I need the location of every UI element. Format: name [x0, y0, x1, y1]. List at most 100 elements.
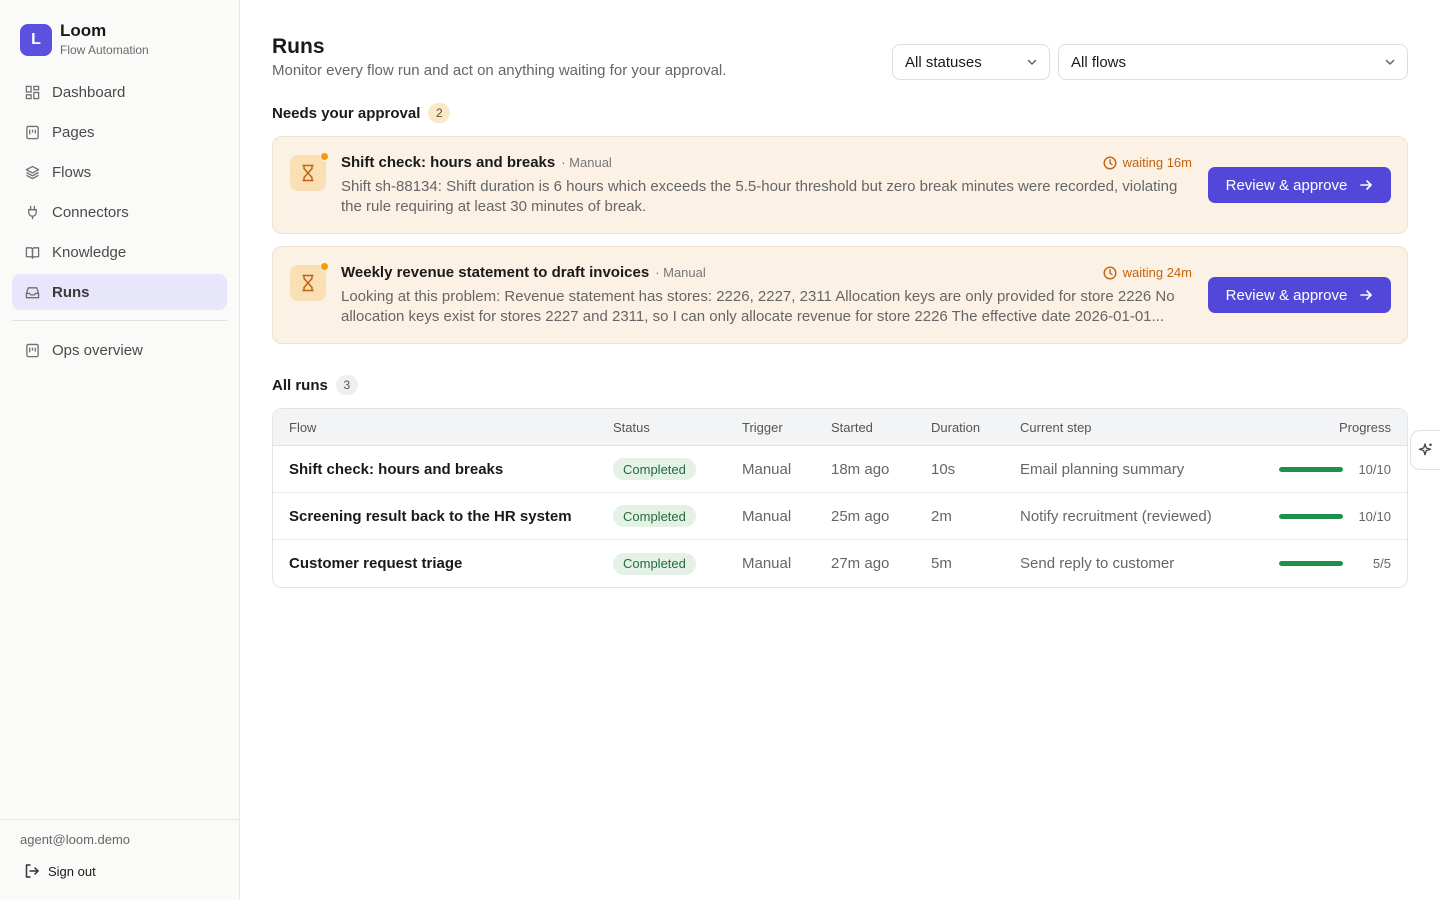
progress-bar-fill [1279, 466, 1343, 472]
approval-trigger: · Manual [561, 155, 612, 170]
sidebar-item-flows[interactable]: Flows [12, 154, 227, 190]
approval-description: Shift sh-88134: Shift duration is 6 hour… [341, 178, 1178, 215]
sidebar-item-pages[interactable]: Pages [12, 114, 227, 150]
flow-filter-select[interactable]: All flows [1058, 44, 1408, 80]
sidebar-item-label: Pages [52, 123, 95, 141]
runs-section-heading: All runs 3 [272, 375, 358, 395]
runs-table: Flow Status Trigger Started Duration Cur… [272, 408, 1408, 588]
approval-card-title: Shift check: hours and breaks · Manual [341, 154, 612, 171]
approval-section-heading: Needs your approval 2 [272, 103, 451, 123]
pages-icon [24, 342, 40, 358]
review-approve-label: Review & approve [1225, 176, 1348, 194]
runs-count-badge: 3 [335, 375, 358, 395]
sidebar-item-runs[interactable]: Runs [12, 274, 227, 310]
sign-out-icon [24, 863, 40, 879]
run-flow-name: Shift check: hours and breaks [289, 460, 504, 478]
status-badge: Completed [613, 552, 696, 575]
waiting-time: waiting 16m [1103, 155, 1192, 170]
sidebar-item-label: Knowledge [52, 243, 127, 261]
pages-icon [24, 124, 40, 140]
run-trigger: Manual [742, 460, 792, 478]
plug-icon [24, 204, 40, 220]
progress-bar [1279, 561, 1343, 566]
sidebar: L Loom Flow Automation Dashboard Pages F… [0, 0, 240, 900]
progress-text: 5/5 [1372, 556, 1391, 571]
column-header[interactable]: Flow [289, 409, 316, 445]
column-header[interactable]: Progress [1339, 409, 1391, 445]
run-trigger: Manual [742, 555, 792, 572]
waiting-label: waiting 24m [1122, 265, 1192, 280]
progress-bar [1279, 466, 1343, 472]
waiting-time: waiting 24m [1103, 265, 1192, 280]
run-duration: 5m [931, 555, 952, 572]
table-row[interactable]: Customer request triage Completed Manual… [273, 540, 1407, 587]
run-trigger: Manual [742, 507, 792, 525]
approval-card[interactable]: Shift check: hours and breaks · Manual Sh… [272, 136, 1408, 234]
run-current-step: Email planning summary [1020, 460, 1185, 478]
brand-name: Loom [60, 21, 107, 40]
hourglass-icon [290, 152, 329, 191]
page-title: Runs [272, 35, 325, 58]
sidebar-item-connectors[interactable]: Connectors [12, 194, 227, 230]
table-row[interactable]: Shift check: hours and breaks Completed … [273, 446, 1407, 493]
progress-bar [1279, 513, 1343, 519]
progress-text: 10/10 [1358, 508, 1391, 524]
column-header[interactable]: Current step [1020, 409, 1092, 445]
user-email: agent@loom.demo [20, 832, 131, 847]
progress-text: 10/10 [1358, 461, 1391, 477]
approval-description: Looking at this problem: Revenue stateme… [341, 288, 1175, 325]
status-filter-select[interactable]: All statuses [892, 44, 1050, 80]
status-badge: Completed [613, 458, 696, 480]
column-header[interactable]: Started [831, 409, 873, 445]
column-header[interactable]: Trigger [742, 409, 783, 445]
progress-bar-fill [1279, 561, 1343, 566]
column-header[interactable]: Duration [931, 409, 980, 445]
run-duration: 2m [931, 507, 952, 525]
sidebar-item-label: Flows [52, 163, 92, 181]
brand[interactable]: L Loom Flow Automation [20, 22, 149, 58]
run-current-step: Notify recruitment (reviewed) [1020, 507, 1212, 525]
flow-filter-value: All flows [1071, 53, 1127, 71]
dashboard-icon [24, 84, 40, 100]
sidebar-item-knowledge[interactable]: Knowledge [12, 234, 227, 270]
layers-icon [24, 164, 40, 180]
review-approve-button[interactable]: Review & approve [1208, 277, 1391, 313]
book-icon [24, 244, 40, 260]
sign-out-button[interactable]: Sign out [24, 863, 96, 879]
approval-card[interactable]: Weekly revenue statement to draft invoic… [272, 246, 1408, 344]
approval-flow-name: Shift check: hours and breaks [341, 154, 556, 171]
brand-logo: L [20, 24, 52, 56]
progress-indicator: 10/10 [1279, 462, 1391, 477]
table-row[interactable]: Screening result back to the HR system C… [273, 493, 1407, 540]
progress-indicator: 5/5 [1279, 556, 1391, 571]
arrow-right-icon [1360, 290, 1373, 300]
chevron-down-icon [1025, 55, 1039, 73]
sidebar-item-dashboard[interactable]: Dashboard [12, 74, 227, 110]
hourglass-icon [290, 262, 329, 301]
run-started: 18m ago [831, 460, 890, 478]
run-started: 27m ago [831, 555, 890, 572]
approval-card-title: Weekly revenue statement to draft invoic… [341, 264, 706, 281]
main-nav: Dashboard Pages Flows Connectors Knowled… [12, 74, 227, 372]
nav-divider [12, 320, 227, 321]
chevron-down-icon [1383, 55, 1397, 73]
brand-subtitle: Flow Automation [60, 43, 149, 57]
sparkle-icon [1418, 443, 1432, 456]
run-started: 25m ago [831, 507, 890, 525]
ai-assistant-button[interactable] [1410, 430, 1440, 470]
sign-out-label: Sign out [48, 863, 96, 879]
waiting-label: waiting 16m [1122, 155, 1192, 170]
clock-icon [1103, 265, 1117, 280]
sidebar-item-label: Dashboard [52, 83, 126, 101]
approval-flow-name: Weekly revenue statement to draft invoic… [341, 264, 650, 281]
approval-trigger: · Manual [655, 265, 706, 280]
sidebar-item-ops-overview[interactable]: Ops overview [12, 332, 227, 368]
sidebar-item-label: Ops overview [52, 341, 143, 359]
progress-indicator: 10/10 [1279, 509, 1391, 524]
progress-bar-fill [1279, 513, 1343, 519]
review-approve-button[interactable]: Review & approve [1208, 167, 1391, 203]
column-header[interactable]: Status [613, 409, 650, 445]
status-filter-value: All statuses [905, 53, 982, 71]
clock-icon [1103, 155, 1117, 170]
pending-dot [320, 152, 329, 161]
